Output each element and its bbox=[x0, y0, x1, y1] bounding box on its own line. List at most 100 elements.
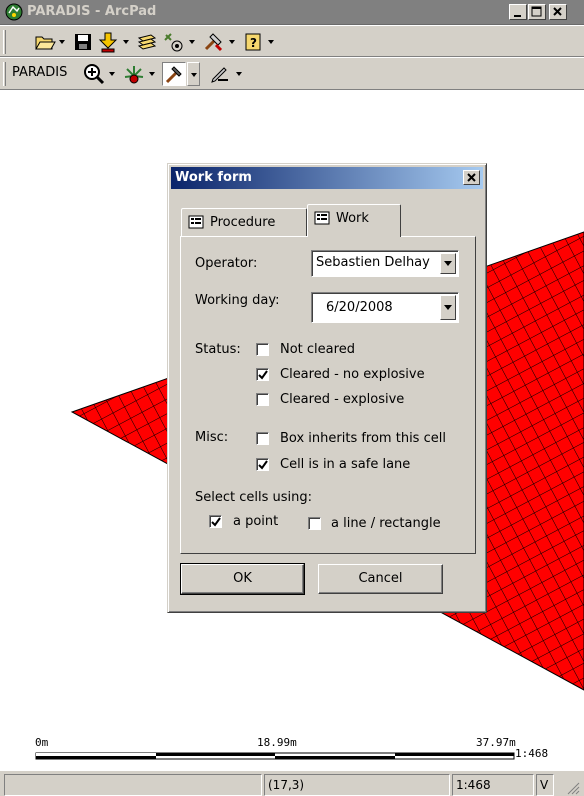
maximize-icon bbox=[531, 6, 542, 17]
scale-label-1: 18.99m bbox=[257, 736, 297, 749]
select-line-rectangle-label[interactable]: a line / rectangle bbox=[331, 516, 441, 531]
add-layer-button[interactable] bbox=[96, 30, 120, 54]
work-tab-panel: Operator: Sebastien Delhay Working day: … bbox=[180, 236, 476, 554]
status-scale: 1:468 bbox=[452, 774, 534, 796]
identify-dropdown-icon[interactable] bbox=[148, 71, 156, 77]
status-bar: (17,3) 1:468 V bbox=[0, 770, 584, 796]
scale-label-0: 0m bbox=[35, 736, 49, 749]
layers-button[interactable] bbox=[135, 30, 159, 54]
paradis-toolbar-label: PARADIS bbox=[12, 65, 68, 80]
work-tool-dropdown[interactable] bbox=[187, 62, 200, 86]
tools-icon bbox=[204, 33, 223, 52]
help-button[interactable]: ? bbox=[241, 30, 265, 54]
hammer-icon bbox=[165, 66, 182, 84]
dialog-close-button[interactable] bbox=[463, 170, 480, 185]
status-message-pane bbox=[4, 774, 262, 796]
save-icon bbox=[75, 34, 91, 50]
status-not-cleared-checkbox[interactable] bbox=[256, 343, 269, 356]
help-dropdown-icon[interactable] bbox=[267, 39, 275, 45]
edit-button[interactable] bbox=[208, 62, 232, 86]
toolbar-grip[interactable] bbox=[3, 62, 6, 86]
layers-icon bbox=[137, 34, 157, 50]
zoom-in-button[interactable] bbox=[82, 62, 106, 86]
minimize-icon bbox=[514, 15, 521, 17]
work-form-dialog: Work form Procedure Work Operator: Sebas… bbox=[167, 163, 487, 613]
status-cleared-explosive-checkbox[interactable] bbox=[256, 393, 269, 406]
form-icon bbox=[188, 215, 204, 229]
dialog-title: Work form bbox=[175, 170, 252, 185]
scale-label-2: 37.97m bbox=[476, 736, 516, 749]
working-day-picker[interactable]: 6/20/2008 bbox=[311, 292, 459, 323]
working-day-dropdown-button[interactable] bbox=[440, 295, 456, 320]
zoom-in-icon bbox=[84, 64, 105, 85]
status-cleared-no-explosive-label[interactable]: Cleared - no explosive bbox=[280, 367, 425, 382]
identify-button[interactable] bbox=[122, 62, 146, 86]
status-cleared-no-explosive-checkbox[interactable] bbox=[256, 368, 269, 381]
paradis-toolbar: PARADIS bbox=[0, 57, 584, 90]
operator-dropdown-button[interactable] bbox=[440, 253, 456, 274]
close-icon bbox=[553, 7, 562, 16]
misc-box-inherits-label[interactable]: Box inherits from this cell bbox=[280, 431, 446, 446]
working-day-value: 6/20/2008 bbox=[326, 300, 393, 315]
tools-button[interactable] bbox=[201, 30, 225, 54]
add-layer-dropdown-icon[interactable] bbox=[122, 39, 130, 45]
chevron-down-icon bbox=[191, 73, 197, 77]
select-point-checkbox[interactable] bbox=[209, 515, 222, 528]
zoom-dropdown-icon[interactable] bbox=[108, 71, 116, 77]
tab-procedure[interactable]: Procedure bbox=[181, 208, 307, 236]
minimize-button[interactable] bbox=[509, 4, 527, 20]
misc-label: Misc: bbox=[195, 430, 229, 445]
arcpad-logo-icon bbox=[5, 3, 23, 21]
chevron-down-icon bbox=[444, 305, 452, 310]
gps-satellite-icon bbox=[164, 33, 183, 52]
identify-icon bbox=[124, 66, 144, 84]
checkmark-icon bbox=[211, 517, 221, 527]
status-cleared-explosive-label[interactable]: Cleared - explosive bbox=[280, 392, 404, 407]
select-line-rectangle-checkbox[interactable] bbox=[308, 517, 321, 530]
status-coords: (17,3) bbox=[264, 774, 450, 796]
chevron-down-icon bbox=[444, 261, 452, 266]
operator-label: Operator: bbox=[195, 256, 258, 271]
open-dropdown-icon[interactable] bbox=[58, 39, 66, 45]
select-point-label[interactable]: a point bbox=[233, 514, 278, 529]
form-icon bbox=[314, 211, 330, 225]
operator-select[interactable]: Sebastien Delhay bbox=[311, 250, 459, 277]
scale-ratio: 1:468 bbox=[515, 747, 549, 760]
maximize-button[interactable] bbox=[528, 4, 546, 20]
help-icon: ? bbox=[245, 33, 261, 51]
gps-button[interactable] bbox=[161, 30, 185, 54]
status-mode: V bbox=[536, 774, 554, 796]
resize-grip-icon[interactable] bbox=[566, 781, 580, 795]
close-icon bbox=[467, 173, 476, 182]
open-folder-icon bbox=[35, 36, 56, 50]
select-cells-label: Select cells using: bbox=[195, 490, 313, 505]
misc-safe-lane-checkbox[interactable] bbox=[256, 458, 269, 471]
save-button[interactable] bbox=[71, 30, 95, 54]
misc-safe-lane-label[interactable]: Cell is in a safe lane bbox=[280, 457, 410, 472]
window-title: PARADIS - ArcPad bbox=[27, 4, 157, 19]
gps-dropdown-icon[interactable] bbox=[188, 39, 196, 45]
svg-text:?: ? bbox=[250, 36, 257, 50]
tab-work-label: Work bbox=[336, 211, 369, 226]
status-label: Status: bbox=[195, 342, 241, 357]
cancel-button[interactable]: Cancel bbox=[318, 564, 443, 594]
main-toolbar: ? bbox=[0, 25, 584, 57]
checkmark-icon bbox=[258, 370, 268, 380]
toolbar-grip[interactable] bbox=[3, 30, 6, 54]
working-day-label: Working day: bbox=[195, 293, 280, 308]
status-not-cleared-label[interactable]: Not cleared bbox=[280, 342, 355, 357]
work-tool-button[interactable] bbox=[162, 62, 186, 86]
title-bar: PARADIS - ArcPad bbox=[0, 0, 584, 25]
scale-bar bbox=[35, 752, 515, 760]
ok-button[interactable]: OK bbox=[180, 563, 305, 595]
misc-box-inherits-checkbox[interactable] bbox=[256, 432, 269, 445]
pencil-edit-icon bbox=[211, 67, 228, 83]
tab-procedure-label: Procedure bbox=[210, 215, 276, 230]
dialog-title-bar[interactable]: Work form bbox=[171, 167, 483, 189]
tab-work[interactable]: Work bbox=[307, 204, 401, 237]
open-button[interactable] bbox=[33, 30, 57, 54]
edit-dropdown-icon[interactable] bbox=[235, 71, 243, 77]
tools-dropdown-icon[interactable] bbox=[228, 39, 236, 45]
close-button[interactable] bbox=[549, 4, 567, 20]
add-layer-icon bbox=[98, 32, 118, 53]
